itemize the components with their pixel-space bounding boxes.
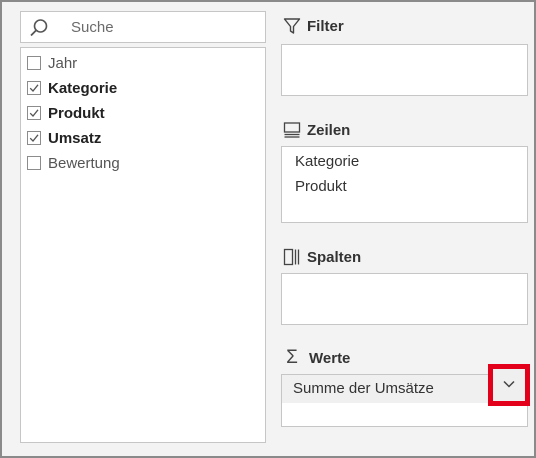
check-icon	[29, 84, 39, 92]
rows-icon	[283, 122, 301, 138]
field-label: Bewertung	[48, 154, 120, 172]
field-label: Kategorie	[48, 79, 118, 97]
filter-icon	[283, 18, 301, 34]
columns-area-title: Spalten	[307, 248, 362, 266]
field-checkbox[interactable]	[27, 106, 41, 120]
values-area-title: Werte	[309, 349, 351, 367]
field-checkbox[interactable]	[27, 131, 41, 145]
field-list: Jahr Kategorie Produkt Umsatz Bewertung	[20, 47, 266, 443]
chevron-down-icon	[503, 380, 515, 388]
field-checkbox[interactable]	[27, 56, 41, 70]
values-area-header: Σ Werte	[283, 347, 351, 368]
search-placeholder: Suche	[71, 19, 114, 36]
values-item-dropdown-button[interactable]	[488, 364, 530, 406]
field-item-kategorie[interactable]: Kategorie	[27, 77, 117, 99]
columns-drop-zone[interactable]	[281, 273, 528, 325]
values-item-label: Summe der Umsätze	[293, 380, 434, 397]
check-icon	[29, 134, 39, 142]
check-icon	[29, 109, 39, 117]
field-label: Umsatz	[48, 129, 102, 147]
rows-area-title: Zeilen	[307, 121, 351, 139]
rows-item-produkt[interactable]: Produkt	[295, 178, 347, 195]
field-item-jahr[interactable]: Jahr	[27, 52, 77, 74]
field-checkbox[interactable]	[27, 81, 41, 95]
columns-area-header: Spalten	[283, 248, 361, 266]
sigma-icon: Σ	[286, 347, 298, 368]
pivot-field-list-panel: Suche Jahr Kategorie Produkt Umsatz Bewe…	[0, 0, 536, 458]
rows-item-kategorie[interactable]: Kategorie	[295, 153, 359, 170]
field-checkbox[interactable]	[27, 156, 41, 170]
columns-icon	[283, 248, 300, 266]
field-item-produkt[interactable]: Produkt	[27, 102, 105, 124]
search-box[interactable]: Suche	[20, 11, 266, 43]
filter-drop-zone[interactable]	[281, 44, 528, 96]
rows-drop-zone[interactable]: Kategorie Produkt	[281, 146, 528, 223]
filter-area-header: Filter	[283, 17, 344, 35]
field-item-umsatz[interactable]: Umsatz	[27, 127, 101, 149]
filter-area-title: Filter	[307, 17, 344, 35]
field-label: Jahr	[48, 54, 78, 72]
rows-area-header: Zeilen	[283, 121, 350, 139]
field-item-bewertung[interactable]: Bewertung	[27, 152, 120, 174]
field-label: Produkt	[48, 104, 105, 122]
search-icon	[30, 19, 48, 37]
